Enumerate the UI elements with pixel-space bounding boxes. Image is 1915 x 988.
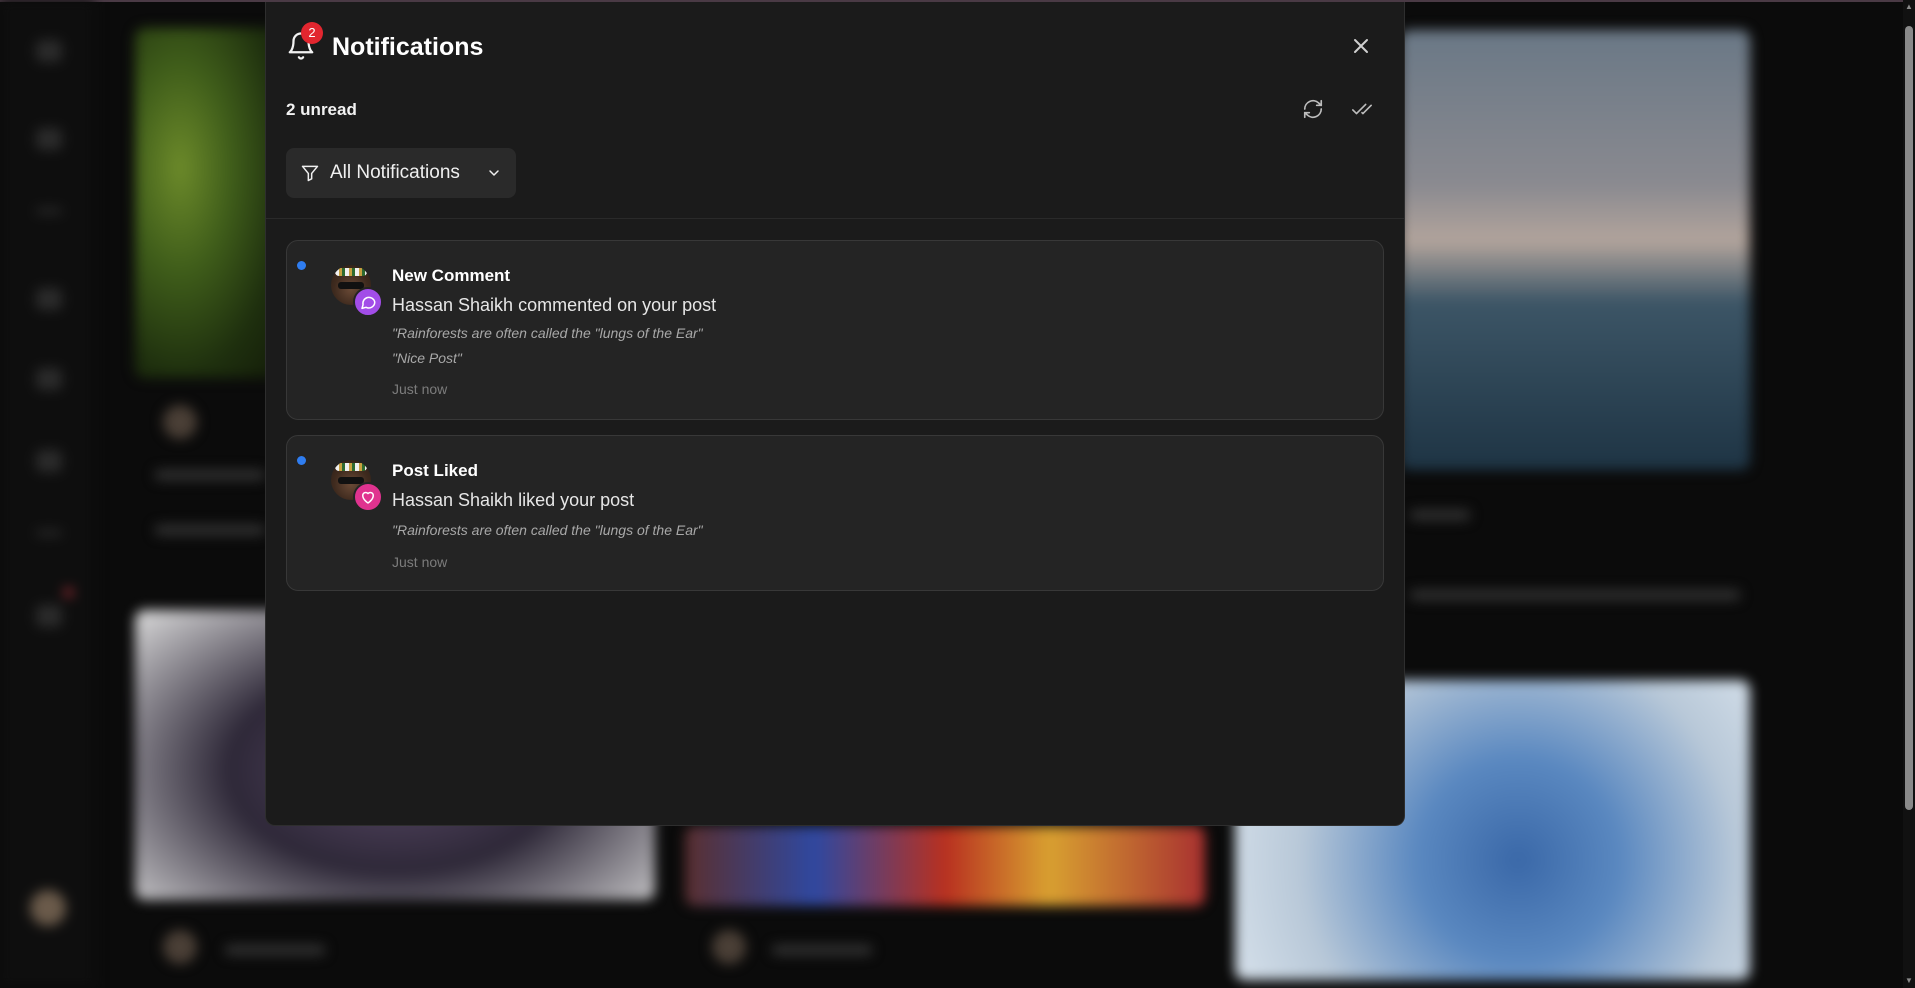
- post-text: [772, 945, 872, 955]
- notification-body: Hassan Shaikh liked your post: [392, 490, 635, 510]
- notification-title: Post Liked: [392, 461, 478, 480]
- saved-icon: [36, 530, 62, 536]
- explore-icon: [36, 288, 62, 310]
- notification-filter-dropdown[interactable]: All Notifications: [286, 148, 516, 198]
- scroll-up-arrow[interactable]: ▲: [1904, 2, 1914, 12]
- post-quote: "Rainforests are often called the "lungs…: [392, 522, 703, 538]
- unread-indicator-dot: [297, 261, 306, 270]
- post-text: [1410, 590, 1740, 600]
- double-check-icon: [1352, 103, 1372, 115]
- post-quote: "Rainforests are often called the "lungs…: [392, 325, 703, 341]
- filter-label: All Notifications: [330, 162, 460, 183]
- search-icon: [36, 208, 62, 214]
- comment-quote: "Nice Post": [392, 350, 462, 366]
- refresh-icon: [1303, 99, 1323, 119]
- close-button[interactable]: [1349, 34, 1373, 58]
- panel-title: Notifications: [332, 33, 484, 61]
- close-icon: [1354, 39, 1368, 53]
- unread-count-badge: 2: [301, 22, 323, 44]
- notifications-panel: 2 Notifications 2 unread All Notificatio…: [265, 2, 1405, 826]
- post-image: [1400, 30, 1750, 470]
- mark-all-read-button[interactable]: [1351, 98, 1375, 122]
- logo-icon: [36, 40, 62, 62]
- chevron-down-icon: [489, 170, 499, 176]
- notification-time: Just now: [392, 554, 448, 570]
- scroll-down-arrow[interactable]: ▼: [1904, 976, 1914, 986]
- refresh-button[interactable]: [1302, 98, 1326, 122]
- post-image: [135, 28, 285, 378]
- notification-item-comment[interactable]: New Comment Hassan Shaikh commented on y…: [286, 240, 1384, 420]
- home-icon: [36, 128, 62, 150]
- post-text: [155, 470, 265, 480]
- notification-title: New Comment: [392, 266, 511, 285]
- profile-avatar: [30, 890, 66, 926]
- notifications-icon: [36, 605, 62, 627]
- avatar: [163, 930, 197, 964]
- notification-time: Just now: [392, 381, 448, 397]
- post-text: [225, 945, 325, 955]
- avatar: [163, 405, 197, 439]
- scrollbar-thumb[interactable]: [1905, 26, 1913, 810]
- unread-count-label: 2 unread: [286, 100, 357, 119]
- divider: [266, 218, 1404, 219]
- comment-icon: [353, 287, 383, 317]
- unread-indicator-dot: [297, 456, 306, 465]
- notification-body: Hassan Shaikh commented on your post: [392, 295, 717, 315]
- filter-icon: [301, 165, 319, 182]
- sidebar: [0, 0, 95, 988]
- heart-icon: [353, 482, 383, 512]
- post-text: [155, 525, 265, 535]
- messages-icon: [36, 368, 62, 390]
- avatar: [712, 930, 746, 964]
- sidebar-notification-dot: [64, 588, 73, 597]
- create-icon: [36, 450, 62, 472]
- notification-item-like[interactable]: Post Liked Hassan Shaikh liked your post…: [286, 435, 1384, 591]
- post-image: [685, 826, 1205, 906]
- post-text: [1410, 510, 1470, 520]
